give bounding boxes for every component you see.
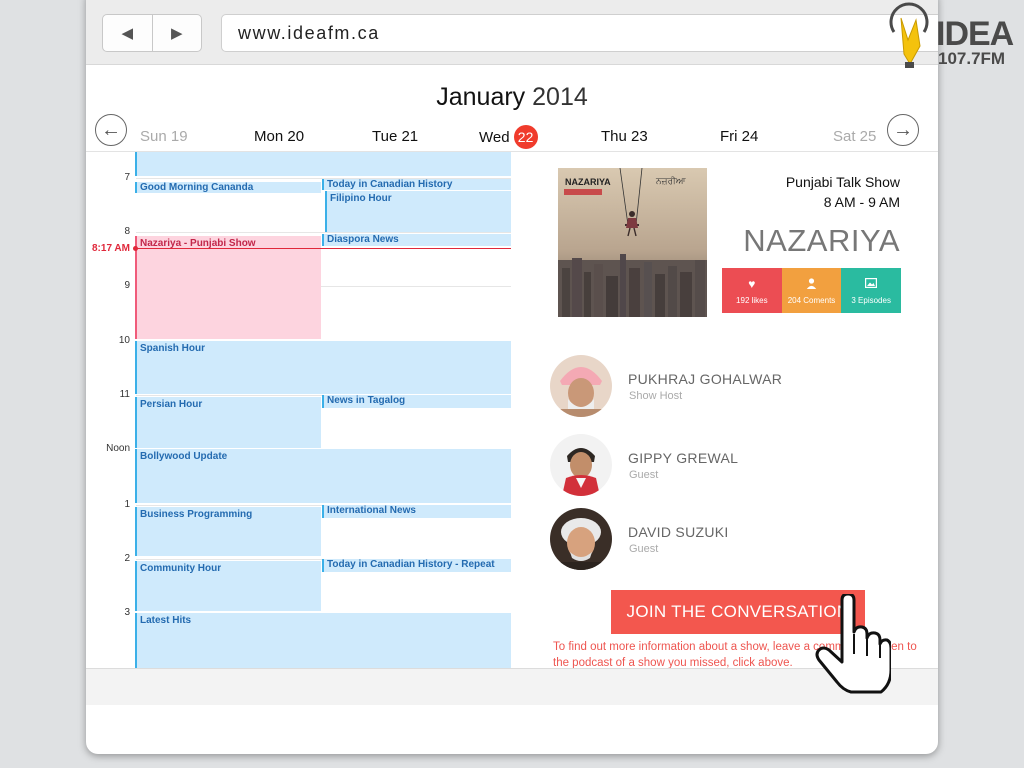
event-international-news[interactable]: International News bbox=[322, 505, 511, 518]
previous-week-button[interactable]: ← bbox=[95, 114, 127, 146]
event-bollywood-update[interactable]: Bollywood Update bbox=[135, 449, 511, 503]
hour-label: 10 bbox=[118, 335, 130, 346]
episodes-count: 3 Episodes bbox=[851, 296, 891, 305]
event-block[interactable] bbox=[135, 152, 511, 176]
event-today-in-canadian-history-repeat[interactable]: Today in Canadian History - Repeat bbox=[322, 559, 511, 572]
event-title: Community Hour bbox=[140, 563, 222, 574]
day-sun-19[interactable]: Sun 19 bbox=[140, 128, 188, 145]
show-cover-image[interactable]: NAZARIYA ਨਜ਼ਰੀਆ bbox=[558, 168, 707, 317]
event-filipino-hour[interactable]: Filipino Hour bbox=[325, 191, 511, 232]
event-title: Filipino Hour bbox=[330, 193, 392, 204]
day-tue-21[interactable]: Tue 21 bbox=[372, 128, 418, 145]
current-time-label: 8:17 AM bbox=[92, 243, 130, 254]
event-title: Spanish Hour bbox=[140, 343, 206, 354]
today-badge: 22 bbox=[513, 125, 538, 149]
show-title: NAZARIYA bbox=[743, 223, 900, 258]
show-time: 8 AM - 9 AM bbox=[823, 194, 900, 210]
logo-text: IDEA bbox=[936, 15, 1014, 53]
event-title: News in Tagalog bbox=[327, 395, 406, 406]
hour-label: 8 bbox=[124, 226, 130, 237]
avatar bbox=[550, 508, 612, 570]
likes-count: 192 likes bbox=[736, 296, 768, 305]
nav-buttons: ◀ ▶ bbox=[102, 14, 202, 52]
image-icon bbox=[865, 278, 878, 291]
comments-count: 204 Coments bbox=[787, 296, 836, 305]
event-title: Bollywood Update bbox=[140, 451, 228, 462]
event-title: International News bbox=[327, 505, 416, 516]
cover-title-punjabi: ਨਜ਼ਰੀਆ bbox=[656, 176, 686, 186]
heart-icon: ♥ bbox=[748, 277, 756, 291]
event-latest-hits[interactable]: Latest Hits bbox=[135, 613, 511, 668]
event-spanish-hour[interactable]: Spanish Hour bbox=[135, 341, 511, 394]
hour-label: 7 bbox=[124, 172, 130, 183]
day-wed-22[interactable]: Wed 22 bbox=[479, 125, 538, 149]
day-mon-20[interactable]: Mon 20 bbox=[254, 128, 304, 145]
avatar bbox=[550, 434, 612, 496]
browser-toolbar: ◀ ▶ www.ideafm.ca bbox=[86, 0, 938, 65]
event-title: Today in Canadian History - Repeat bbox=[327, 559, 495, 570]
left-arrow-icon: ← bbox=[101, 118, 121, 141]
calendar-title: January 2014 bbox=[86, 83, 938, 112]
day-wed-label: Wed bbox=[479, 129, 510, 146]
day-sat-25[interactable]: Sat 25 bbox=[833, 128, 876, 145]
likes-button[interactable]: ♥ 192 likes bbox=[722, 268, 782, 313]
event-title: Persian Hour bbox=[140, 399, 203, 410]
forward-arrow-icon: ▶ bbox=[170, 25, 183, 42]
event-title: Latest Hits bbox=[140, 615, 192, 626]
event-good-morning-canada[interactable]: Good Morning Cananda bbox=[135, 182, 321, 193]
event-title: Today in Canadian History bbox=[327, 179, 453, 190]
idea-fm-logo: IDEA 107.7FM bbox=[880, 0, 1024, 76]
guest-role: Show Host bbox=[629, 390, 683, 402]
guest-role: Guest bbox=[629, 543, 659, 555]
calendar-year: 2014 bbox=[532, 83, 588, 111]
event-business-programming[interactable]: Business Programming bbox=[135, 507, 321, 556]
url-text: www.ideafm.ca bbox=[238, 23, 380, 43]
event-title: Business Programming bbox=[140, 509, 253, 520]
comments-button[interactable]: 204 Coments bbox=[781, 268, 842, 313]
back-button[interactable]: ◀ bbox=[103, 15, 152, 51]
hour-label: 2 bbox=[124, 553, 130, 564]
guest-name: PUKHRAJ GOHALWAR bbox=[628, 371, 783, 387]
browser-window: ◀ ▶ www.ideafm.ca January 2014 ← → Sun 1… bbox=[86, 0, 938, 754]
hour-gridline bbox=[136, 232, 511, 233]
address-bar[interactable]: www.ideafm.ca bbox=[221, 14, 938, 52]
hour-label: Noon bbox=[106, 443, 130, 454]
forward-button[interactable]: ▶ bbox=[151, 15, 202, 51]
back-arrow-icon: ◀ bbox=[121, 25, 134, 42]
event-today-in-canadian-history[interactable]: Today in Canadian History bbox=[322, 179, 511, 190]
lightbulb-icon bbox=[889, 2, 929, 68]
day-thu-23[interactable]: Thu 23 bbox=[601, 128, 648, 145]
event-community-hour[interactable]: Community Hour bbox=[135, 561, 321, 611]
show-type: Punjabi Talk Show bbox=[785, 174, 900, 190]
show-stats: ♥ 192 likes 204 Coments 3 Episodes bbox=[722, 268, 902, 313]
current-time-line bbox=[135, 248, 511, 249]
avatar bbox=[550, 355, 612, 417]
next-week-button[interactable]: → bbox=[887, 114, 919, 146]
hand-pointer-cursor-icon bbox=[815, 594, 891, 694]
logo-frequency: 107.7FM bbox=[938, 49, 1006, 68]
event-news-in-tagalog[interactable]: News in Tagalog bbox=[322, 395, 511, 408]
right-arrow-icon: → bbox=[893, 118, 913, 141]
event-nazariya-punjabi-show[interactable]: Nazariya - Punjabi Show bbox=[135, 236, 321, 339]
event-title: Diaspora News bbox=[327, 234, 399, 245]
event-title: Good Morning Cananda bbox=[140, 182, 254, 193]
episodes-button[interactable]: 3 Episodes bbox=[841, 268, 902, 313]
hour-label: 11 bbox=[119, 389, 130, 400]
event-persian-hour[interactable]: Persian Hour bbox=[135, 397, 321, 448]
guest-role: Guest bbox=[629, 469, 659, 481]
hour-label: 1 bbox=[124, 499, 130, 510]
hour-label: 3 bbox=[124, 607, 130, 618]
guest-name: DAVID SUZUKI bbox=[628, 524, 729, 540]
guest-name: GIPPY GREWAL bbox=[628, 450, 739, 466]
current-time-dot bbox=[133, 246, 138, 251]
hour-label: 9 bbox=[124, 280, 130, 291]
day-schedule-grid: 7 8 9 10 11 Noon 1 2 3 Good Morning Cana… bbox=[86, 152, 511, 668]
calendar-month: January bbox=[436, 83, 526, 111]
cover-title: NAZARIYA bbox=[565, 177, 611, 187]
event-diaspora-news[interactable]: Diaspora News bbox=[322, 234, 511, 246]
cover-tag bbox=[564, 189, 602, 195]
person-icon bbox=[806, 278, 817, 291]
day-fri-24[interactable]: Fri 24 bbox=[720, 128, 758, 145]
